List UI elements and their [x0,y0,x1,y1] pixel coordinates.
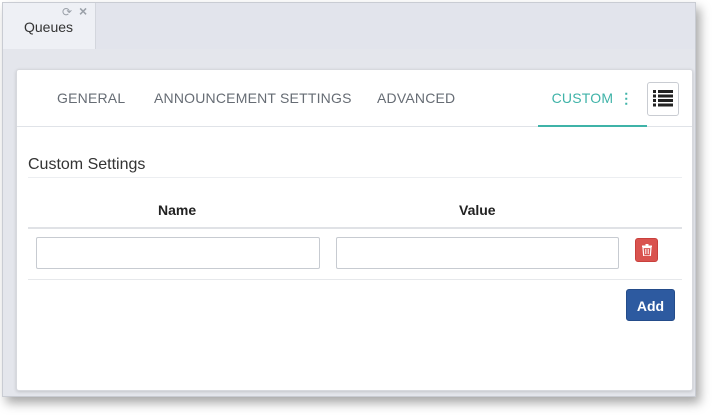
section-title: Custom Settings [28,156,146,173]
add-button[interactable]: Add [626,289,675,321]
table-header-divider [28,227,682,229]
document-tabstrip: Queues ⟳ × [3,3,695,49]
kebab-menu-icon[interactable]: ⋮ [619,70,633,126]
list-icon [653,90,673,107]
queues-window: Queues ⟳ × GENERAL ANNOUNCEMENT SETTINGS… [2,2,696,397]
tab-custom-label: CUSTOM [551,90,614,106]
section-divider [28,177,682,178]
close-icon[interactable]: × [79,3,87,19]
tab-announcement-settings[interactable]: ANNOUNCEMENT SETTINGS [154,70,352,126]
settings-panel: GENERAL ANNOUNCEMENT SETTINGS ADVANCED C… [16,69,693,391]
delete-row-button[interactable] [635,238,658,262]
doc-tab-queues[interactable]: Queues ⟳ × [3,3,96,49]
trash-icon [642,244,652,256]
custom-value-input[interactable] [336,237,619,269]
tab-general[interactable]: GENERAL [57,70,125,126]
refresh-icon[interactable]: ⟳ [62,5,72,19]
list-view-button[interactable] [647,82,679,116]
tab-custom[interactable]: CUSTOM ⋮ [538,70,647,127]
custom-name-input[interactable] [36,237,320,269]
tab-advanced[interactable]: ADVANCED [377,70,455,126]
doc-tab-label: Queues [24,19,74,35]
column-header-name: Name [158,202,197,218]
settings-tabs: GENERAL ANNOUNCEMENT SETTINGS ADVANCED C… [17,70,692,127]
row-divider [28,279,682,280]
column-header-value: Value [459,202,496,218]
